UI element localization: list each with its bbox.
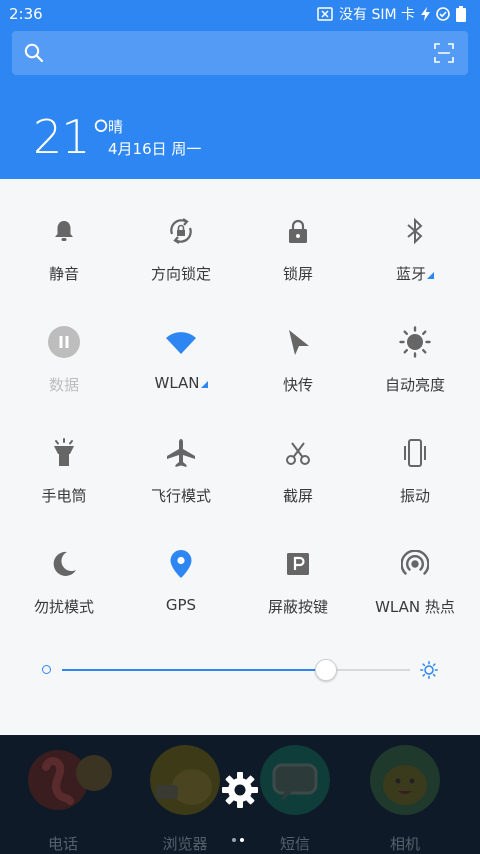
weather-condition: 晴 xyxy=(108,118,124,136)
settings-gear-icon[interactable] xyxy=(221,771,259,809)
app-phone[interactable]: 电话 xyxy=(18,745,112,853)
brightness-icon xyxy=(395,322,435,362)
hotspot-icon xyxy=(395,544,435,584)
browser-app-icon xyxy=(150,745,220,815)
vibrate-icon xyxy=(395,433,435,473)
check-circle-icon xyxy=(436,7,450,21)
messages-app-icon xyxy=(260,745,330,815)
pause-data-icon xyxy=(44,322,84,362)
tile-airplane[interactable]: 飞行模式 xyxy=(121,433,241,529)
quick-settings-panel: 静音 方向锁定 锁屏 蓝牙 数据 WLAN 快传 自动亮度 手电筒 飞行模式 截… xyxy=(0,179,480,735)
tile-do-not-disturb[interactable]: 勿扰模式 xyxy=(4,544,124,640)
brightness-high-icon xyxy=(420,661,438,679)
tile-label: 蓝牙 xyxy=(355,263,475,284)
tile-lock-screen[interactable]: 锁屏 xyxy=(238,211,358,307)
tile-auto-brightness[interactable]: 自动亮度 xyxy=(355,322,475,418)
tile-label: 屏蔽按键 xyxy=(267,598,328,616)
search-bar[interactable] xyxy=(12,31,468,75)
tile-hotspot[interactable]: WLAN 热点 xyxy=(355,544,475,640)
temperature: 21° xyxy=(33,110,113,164)
status-bar: 2:36 没有 SIM 卡 xyxy=(0,0,480,28)
flashlight-icon xyxy=(44,433,84,473)
search-icon[interactable] xyxy=(24,43,44,63)
tile-label: 方向锁定 xyxy=(150,265,211,283)
page-dot-active xyxy=(240,838,244,842)
airplane-icon xyxy=(161,433,201,473)
tile-label: 快传 xyxy=(282,376,313,394)
tile-label: 自动亮度 xyxy=(384,376,445,394)
tile-label: 飞行模式 xyxy=(150,487,211,505)
tile-label: GPS xyxy=(165,596,197,614)
tile-block-keys[interactable]: 屏蔽按键 xyxy=(238,544,358,640)
parking-p-icon xyxy=(278,544,318,584)
tile-bluetooth[interactable]: 蓝牙 xyxy=(355,211,475,307)
weather-info: 晴 4月16日 周一 xyxy=(108,116,201,160)
scan-icon[interactable] xyxy=(434,43,454,63)
bluetooth-icon xyxy=(395,211,435,251)
page-dot xyxy=(232,838,236,842)
tile-mute[interactable]: 静音 xyxy=(4,211,124,307)
phone-app-icon xyxy=(28,750,112,810)
tile-label: 静音 xyxy=(48,265,79,283)
tile-vibrate[interactable]: 振动 xyxy=(355,433,475,529)
tile-gps[interactable]: GPS xyxy=(121,544,241,640)
app-browser[interactable]: 浏览器 xyxy=(140,745,230,853)
no-sim-icon xyxy=(317,7,333,21)
tile-label: 勿扰模式 xyxy=(33,598,94,616)
bell-icon xyxy=(44,211,84,251)
expand-triangle-icon[interactable] xyxy=(427,272,434,279)
tile-screenshot[interactable]: 截屏 xyxy=(238,433,358,529)
app-label: 短信 xyxy=(279,835,310,853)
tile-label: 锁屏 xyxy=(282,265,313,283)
slider-thumb[interactable] xyxy=(315,659,338,681)
app-label: 浏览器 xyxy=(162,835,208,853)
tile-label: 数据 xyxy=(48,376,79,394)
battery-icon xyxy=(456,6,466,22)
no-sim-text: 没有 SIM 卡 xyxy=(339,7,415,23)
tile-label: WLAN xyxy=(121,374,241,392)
tile-flashlight[interactable]: 手电筒 xyxy=(4,433,124,529)
scissors-icon xyxy=(278,433,318,473)
tile-label: WLAN 热点 xyxy=(375,598,455,616)
app-camera[interactable]: 相机 xyxy=(360,745,450,853)
send-cursor-icon xyxy=(278,322,318,362)
brightness-slider[interactable] xyxy=(40,658,440,682)
page-indicator xyxy=(232,827,248,846)
camera-app-icon xyxy=(370,745,440,815)
charging-bolt-icon xyxy=(421,7,430,21)
tile-label-text: 蓝牙 xyxy=(395,265,426,283)
moon-icon xyxy=(44,544,84,584)
status-time: 2:36 xyxy=(9,5,43,23)
tile-label: 手电筒 xyxy=(41,487,87,505)
weather-date: 4月16日 周一 xyxy=(108,140,202,158)
app-label: 电话 xyxy=(47,835,78,853)
tile-quick-share[interactable]: 快传 xyxy=(238,322,358,418)
lock-icon xyxy=(278,211,318,251)
tile-label: 截屏 xyxy=(282,487,313,505)
expand-triangle-icon[interactable] xyxy=(200,381,208,388)
status-icons: 没有 SIM 卡 xyxy=(317,4,466,24)
tile-rotation-lock[interactable]: 方向锁定 xyxy=(121,211,241,307)
location-pin-icon xyxy=(161,544,201,584)
wifi-icon xyxy=(161,322,201,362)
app-label: 相机 xyxy=(389,835,420,853)
rotation-lock-icon xyxy=(161,211,201,251)
tile-data[interactable]: 数据 xyxy=(4,322,124,418)
slider-fill xyxy=(62,669,327,671)
tile-label: 振动 xyxy=(399,487,430,505)
brightness-low-icon xyxy=(42,665,51,674)
tile-wlan[interactable]: WLAN xyxy=(121,322,241,418)
app-messages[interactable]: 短信 xyxy=(250,745,340,853)
tile-label-text: WLAN xyxy=(154,374,200,392)
